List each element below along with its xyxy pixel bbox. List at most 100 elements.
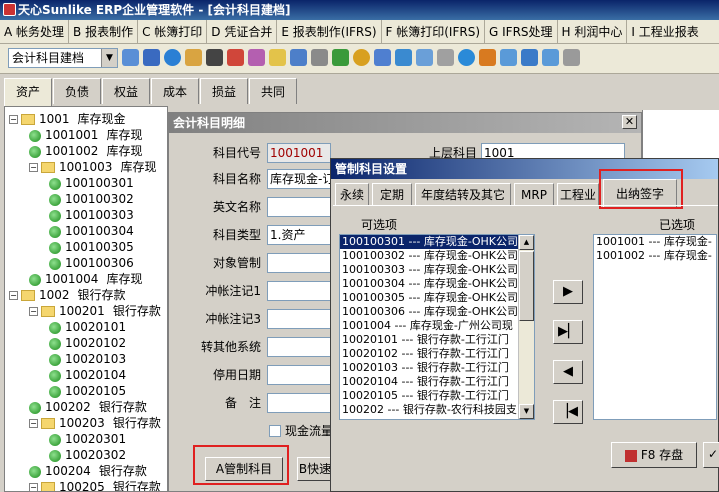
tree-item[interactable]: − 1002 银行存款 xyxy=(9,287,126,303)
available-list-item[interactable]: 10020102 --- 银行存款-工行江门 xyxy=(340,347,534,361)
quick-button[interactable]: B快速 xyxy=(297,457,333,481)
selected-list-item[interactable]: 1001002 --- 库存现金- xyxy=(594,249,716,263)
english-name-field[interactable] xyxy=(267,197,331,217)
tree-item[interactable]: − 100203 银行存款 xyxy=(29,415,161,431)
available-list-item[interactable]: 100100306 --- 库存现金-OHK公司 xyxy=(340,305,534,319)
collapse-icon[interactable]: − xyxy=(29,483,38,491)
available-list-item[interactable]: 10020103 --- 银行存款-工行江门 xyxy=(340,361,534,375)
menu-item-ledger-print-ifrs[interactable]: F 帐簿打印(IFRS) xyxy=(380,20,484,43)
tree-item[interactable]: − 100201 银行存款 xyxy=(29,303,161,319)
tree-item[interactable]: 10020104 xyxy=(49,367,126,383)
tree-item[interactable]: 10020101 xyxy=(49,319,126,335)
tree-item[interactable]: 10020105 xyxy=(49,383,126,399)
move-all-right-icon[interactable]: ▶▏ xyxy=(553,320,583,344)
tab-profit-loss[interactable]: 损益 xyxy=(200,78,248,104)
transfer-system-field[interactable] xyxy=(267,337,331,357)
available-list-item[interactable]: 100100303 --- 库存现金-OHK公司 xyxy=(340,263,534,277)
move-all-left-icon[interactable]: ▕◀ xyxy=(553,400,583,424)
pin-icon[interactable] xyxy=(479,49,496,66)
menu-item-accounting[interactable]: A 帐务处理 xyxy=(0,20,68,43)
mail-icon[interactable] xyxy=(269,49,286,66)
save-button[interactable]: F8 存盘 xyxy=(611,442,697,468)
module-select[interactable]: 会计科目建档 ▼ xyxy=(8,48,118,68)
tree-item[interactable]: 100100303 xyxy=(49,207,134,223)
tab-cost[interactable]: 成本 xyxy=(151,78,199,104)
tree-item[interactable]: 10020301 xyxy=(49,431,126,447)
tree-item[interactable]: 1001002 库存现 xyxy=(29,143,142,159)
menu-item-voucher-merge[interactable]: D 凭证合并 xyxy=(206,20,276,43)
clipboard-icon[interactable] xyxy=(437,49,454,66)
tree-item[interactable]: 1001004 库存现 xyxy=(29,271,142,287)
close-icon[interactable]: ✕ xyxy=(622,115,637,129)
tab-year-end[interactable]: 年度结转及其它 xyxy=(415,183,511,205)
tab-mrp[interactable]: MRP xyxy=(514,183,554,205)
users-icon[interactable] xyxy=(248,49,265,66)
menu-item-engineering-report[interactable]: I 工程业报表 xyxy=(626,20,702,43)
scroll-thumb[interactable] xyxy=(519,251,534,321)
available-list-item[interactable]: 100100304 --- 库存现金-OHK公司 xyxy=(340,277,534,291)
available-list-item[interactable]: 1001004 --- 库存现金-广州公司现 xyxy=(340,319,534,333)
available-list-item[interactable]: 100202 --- 银行存款-农行科技园支 xyxy=(340,403,534,417)
account-tree[interactable]: − 1001 库存现金 1001001 库存现 1001002 库存现 − 1001003 库存现… xyxy=(4,106,168,492)
tree-item[interactable]: 1001001 库存现 xyxy=(29,127,142,143)
tree-item[interactable]: 100100301 xyxy=(49,175,134,191)
tree-item[interactable]: − 1001 库存现金 xyxy=(9,111,126,127)
tree-item[interactable]: 10020302 xyxy=(49,447,126,463)
control-account-button[interactable]: A管制科目 xyxy=(205,457,283,481)
menu-item-ledger-print[interactable]: C 帐簿打印 xyxy=(137,20,206,43)
move-right-icon[interactable]: ▶ xyxy=(553,280,583,304)
menu-item-report[interactable]: B 报表制作 xyxy=(68,20,137,43)
tab-equity[interactable]: 权益 xyxy=(102,78,150,104)
collapse-icon[interactable]: − xyxy=(29,307,38,316)
tree-item[interactable]: 100100306 xyxy=(49,255,134,271)
tab-engineering[interactable]: 工程业 xyxy=(557,183,599,205)
key-icon[interactable] xyxy=(311,49,328,66)
available-list-item[interactable]: 100100301 --- 库存现金-OHK公司 xyxy=(340,235,534,250)
tree-item[interactable]: 100100302 xyxy=(49,191,134,207)
tab-assets[interactable]: 资产 xyxy=(4,78,52,106)
tree-item[interactable]: 100204 银行存款 xyxy=(29,463,147,479)
collapse-icon[interactable]: − xyxy=(29,419,38,428)
tree-item[interactable]: 10020103 xyxy=(49,351,126,367)
home-icon[interactable] xyxy=(227,49,244,66)
settings-icon[interactable] xyxy=(563,49,580,66)
zoom-icon[interactable] xyxy=(500,49,517,66)
menu-item-report-ifrs[interactable]: E 报表制作(IFRS) xyxy=(276,20,380,43)
document-icon[interactable] xyxy=(290,49,307,66)
menu-item-profit-center[interactable]: H 利润中心 xyxy=(556,20,627,43)
selected-list[interactable]: 1001001 --- 库存现金- 1001002 --- 库存现金- xyxy=(593,234,717,420)
offset-note-1-field[interactable] xyxy=(267,281,331,301)
refresh-icon[interactable] xyxy=(332,49,349,66)
selected-list-item[interactable]: 1001001 --- 库存现金- xyxy=(594,235,716,249)
monitor-icon[interactable] xyxy=(143,49,160,66)
tree-item[interactable]: 100100305 xyxy=(49,239,134,255)
object-control-field[interactable] xyxy=(267,253,331,273)
network-icon[interactable] xyxy=(521,49,538,66)
available-list-item[interactable]: 10020101 --- 银行存款-工行江门 xyxy=(340,333,534,347)
menu-item-ifrs-processing[interactable]: G IFRS处理 xyxy=(484,20,557,43)
tab-liabilities[interactable]: 负债 xyxy=(53,78,101,104)
tree-item[interactable]: − 100205 银行存款 xyxy=(29,479,161,491)
tab-common[interactable]: 共同 xyxy=(249,78,297,104)
price-icon[interactable] xyxy=(395,49,412,66)
move-left-icon[interactable]: ◀ xyxy=(553,360,583,384)
available-list-item[interactable]: 100100302 --- 库存现金-OHK公司 xyxy=(340,249,534,263)
tree-item[interactable]: − 1001003 库存现 xyxy=(29,159,156,175)
disable-date-field[interactable] xyxy=(267,365,331,385)
globe-icon[interactable] xyxy=(164,49,181,66)
check-icon[interactable] xyxy=(458,49,475,66)
available-scrollbar[interactable]: ▲ ▼ xyxy=(518,235,534,419)
available-list-item[interactable]: 10020105 --- 银行存款-工行江门 xyxy=(340,389,534,403)
folder-icon[interactable] xyxy=(185,49,202,66)
account-type-field[interactable]: 1.资产 xyxy=(267,225,331,245)
offset-note-3-field[interactable] xyxy=(267,309,331,329)
available-list[interactable]: 100100301 --- 库存现金-OHK公司 100100302 --- 库存… xyxy=(339,234,535,420)
remark-field[interactable] xyxy=(267,393,331,413)
copy-icon[interactable] xyxy=(416,49,433,66)
available-list-item[interactable]: 10020104 --- 银行存款-工行江门 xyxy=(340,375,534,389)
cart-icon[interactable] xyxy=(374,49,391,66)
available-list-item[interactable]: 100100305 --- 库存现金-OHK公司 xyxy=(340,291,534,305)
arrow-icon[interactable] xyxy=(122,49,139,66)
tab-perpetual[interactable]: 永续 xyxy=(335,183,369,205)
chevron-down-icon[interactable]: ▼ xyxy=(101,49,117,67)
